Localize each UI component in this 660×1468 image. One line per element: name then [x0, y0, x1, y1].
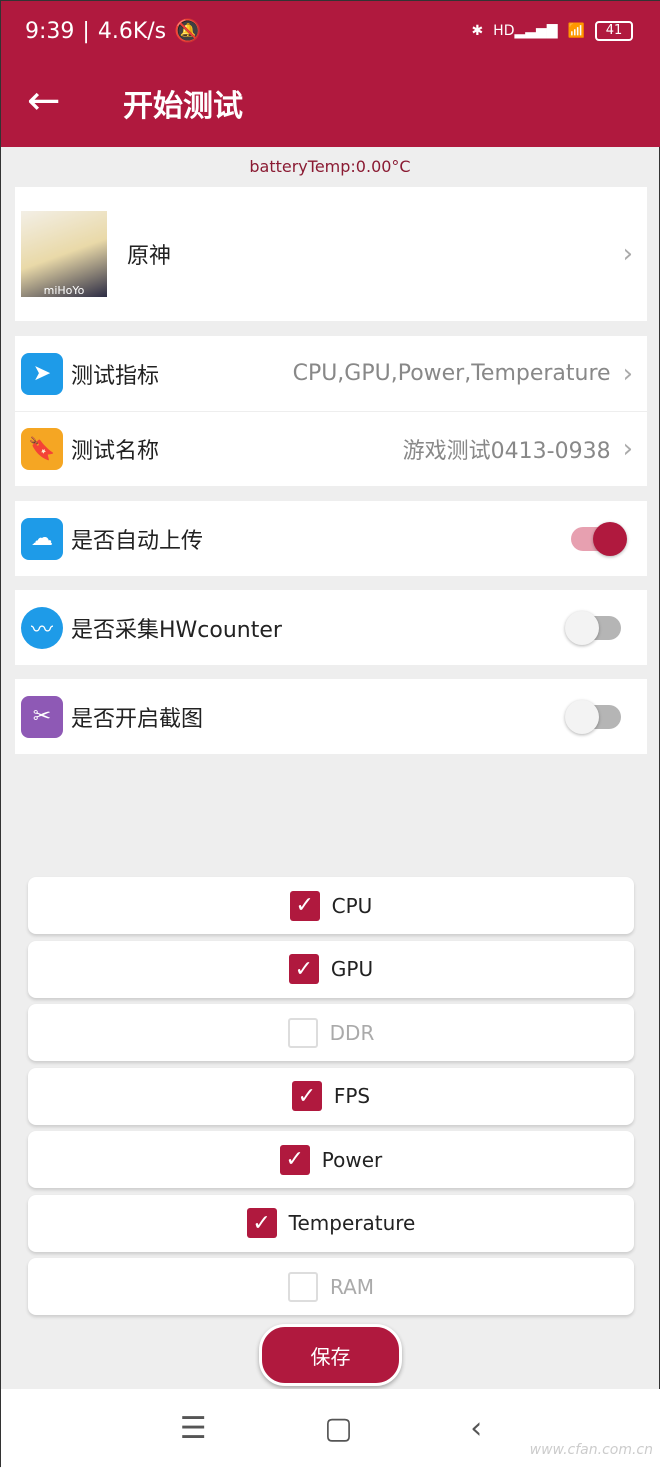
toggle-label: 是否自动上传: [71, 528, 204, 554]
toggle-row: 〰 是否采集HWcounter: [15, 590, 647, 665]
metric-checkbox-row[interactable]: DDR: [28, 1004, 634, 1061]
game-avatar: miHoYo: [21, 211, 107, 297]
checkbox-checked-icon[interactable]: ✓: [289, 890, 320, 921]
settings-card: ➤ 测试指标 CPU,GPU,Power,Temperature › 🔖 测试名…: [15, 336, 647, 486]
metric-checkbox-row[interactable]: ✓ CPU: [28, 877, 634, 934]
setting-row[interactable]: 🔖 测试名称 游戏测试0413-0938 ›: [15, 411, 647, 486]
toggle-label: 是否采集HWcounter: [71, 617, 282, 643]
checkbox-unchecked-icon[interactable]: [287, 1271, 318, 1302]
save-button[interactable]: 保存: [259, 1324, 402, 1386]
clock: 9:39: [25, 19, 75, 44]
game-name: 原神: [127, 244, 172, 269]
menu-icon[interactable]: ☰: [180, 1411, 207, 1446]
metric-label: GPU: [330, 957, 374, 981]
chevron-right-icon: ›: [622, 239, 633, 269]
metric-label: CPU: [331, 893, 373, 918]
setting-row[interactable]: ➤ 测试指标 CPU,GPU,Power,Temperature ›: [15, 336, 647, 411]
metric-label: FPS: [333, 1084, 371, 1108]
scissors-icon: ✂: [21, 695, 63, 738]
checkbox-checked-icon[interactable]: ✓: [246, 1208, 277, 1238]
metric-label: Temperature: [288, 1211, 416, 1235]
checkbox-unchecked-icon[interactable]: [287, 1017, 318, 1048]
send-icon: ➤: [21, 352, 63, 395]
metric-label: Power: [321, 1147, 383, 1172]
checkbox-checked-icon[interactable]: ✓: [291, 1081, 322, 1111]
network-speed: 4.6K/s: [97, 19, 167, 44]
signal-icon: HD▂▃▅▇: [493, 23, 558, 39]
bookmark-icon: 🔖: [21, 428, 63, 470]
metric-checkbox-row[interactable]: ✓ GPU: [28, 940, 634, 998]
wifi-icon: 📶: [567, 23, 585, 39]
metric-checkbox-row[interactable]: ✓ FPS: [28, 1067, 634, 1125]
toggle-switch[interactable]: [565, 610, 621, 645]
metric-checkbox-row[interactable]: ✓ Temperature: [28, 1194, 634, 1252]
metric-label: DDR: [329, 1020, 375, 1045]
setting-value: 游戏测试0413-0938: [402, 439, 611, 464]
setting-label: 测试指标: [71, 363, 160, 389]
game-select-row[interactable]: miHoYo 原神 ›: [15, 187, 647, 321]
setting-label: 测试名称: [71, 439, 160, 464]
toggle-label: 是否开启截图: [71, 706, 204, 732]
page-title: 开始测试: [123, 89, 243, 124]
toggle-row: ✂ 是否开启截图: [15, 679, 647, 754]
status-bar-right: ✱ HD▂▃▅▇ 📶 41: [471, 21, 633, 41]
setting-value: CPU,GPU,Power,Temperature: [292, 361, 611, 386]
home-icon[interactable]: ▢: [324, 1411, 352, 1446]
checkbox-checked-icon[interactable]: ✓: [288, 954, 319, 984]
toggle-switch[interactable]: [571, 521, 627, 556]
metric-label: RAM: [329, 1274, 375, 1299]
toggle-switch[interactable]: [565, 699, 621, 734]
back-arrow-icon[interactable]: ←: [27, 79, 61, 123]
status-bar-left: 9:39 | 4.6K/s 🔕: [25, 19, 202, 44]
bluetooth-icon: ✱: [471, 23, 484, 39]
toggle-row: ☁ 是否自动上传: [15, 501, 647, 576]
cloud-upload-icon: ☁: [21, 517, 63, 560]
checkbox-checked-icon[interactable]: ✓: [279, 1144, 310, 1175]
chevron-right-icon: ›: [622, 434, 633, 464]
metric-checkbox-row[interactable]: ✓ Power: [28, 1131, 634, 1188]
mute-icon: 🔕: [174, 19, 202, 44]
pulse-icon: 〰: [21, 606, 63, 649]
app-header: 9:39 | 4.6K/s 🔕 ✱ HD▂▃▅▇ 📶 41 ← 开始测试: [1, 1, 660, 147]
chevron-right-icon: ›: [622, 358, 633, 389]
watermark: www.cfan.com.cn: [529, 1442, 653, 1458]
battery-temp: batteryTemp:0.00°C: [249, 157, 411, 176]
battery-icon: 41: [595, 21, 633, 41]
metric-checkbox-row[interactable]: RAM: [28, 1258, 634, 1315]
back-icon[interactable]: ‹: [470, 1411, 482, 1446]
